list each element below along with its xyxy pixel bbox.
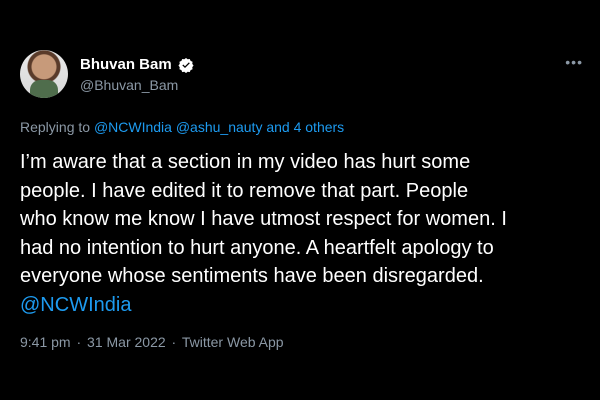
tweet-mention-ncwindia[interactable]: @NCWIndia bbox=[20, 291, 590, 320]
author-display-name[interactable]: Bhuvan Bam bbox=[80, 56, 172, 73]
tweet-text-line: I’m aware that a section in my video has… bbox=[20, 151, 471, 173]
tweet-text-line: everyone whose sentiments have been disr… bbox=[20, 265, 484, 287]
meta-separator: · bbox=[171, 334, 177, 350]
tweet-time[interactable]: 9:41 pm bbox=[20, 334, 71, 350]
tweet-metadata: 9:41 pm · 31 Mar 2022 · Twitter Web App bbox=[20, 334, 284, 350]
more-options-icon[interactable]: ••• bbox=[565, 54, 583, 70]
author-name-row[interactable]: Bhuvan Bam bbox=[80, 56, 194, 73]
verified-badge-icon bbox=[178, 57, 194, 73]
avatar[interactable] bbox=[20, 50, 68, 98]
tweet-text-line: had no intention to hurt anyone. A heart… bbox=[20, 236, 494, 259]
meta-separator: · bbox=[76, 334, 82, 350]
tweet-source[interactable]: Twitter Web App bbox=[182, 334, 284, 350]
reply-others-link[interactable]: and 4 others bbox=[266, 119, 344, 135]
reply-mention-ashu-nauty[interactable]: @ashu_nauty bbox=[176, 119, 263, 135]
replying-to-line: Replying to @NCWIndia @ashu_nauty and 4 … bbox=[20, 119, 344, 135]
tweet-text-line: people. I have edited it to remove that … bbox=[20, 179, 469, 202]
avatar-body-shape bbox=[30, 80, 58, 98]
author-handle[interactable]: @Bhuvan_Bam bbox=[80, 77, 178, 93]
tweet-card: Bhuvan Bam @Bhuvan_Bam ••• Replying to @… bbox=[0, 0, 600, 400]
reply-mention-ncwindia[interactable]: @NCWIndia bbox=[94, 119, 172, 135]
replying-prefix: Replying to bbox=[20, 119, 91, 135]
tweet-text-line: who know me know I have utmost respect f… bbox=[20, 208, 507, 230]
tweet-text: I’m aware that a section in my video has… bbox=[20, 148, 590, 319]
tweet-date[interactable]: 31 Mar 2022 bbox=[87, 334, 166, 350]
